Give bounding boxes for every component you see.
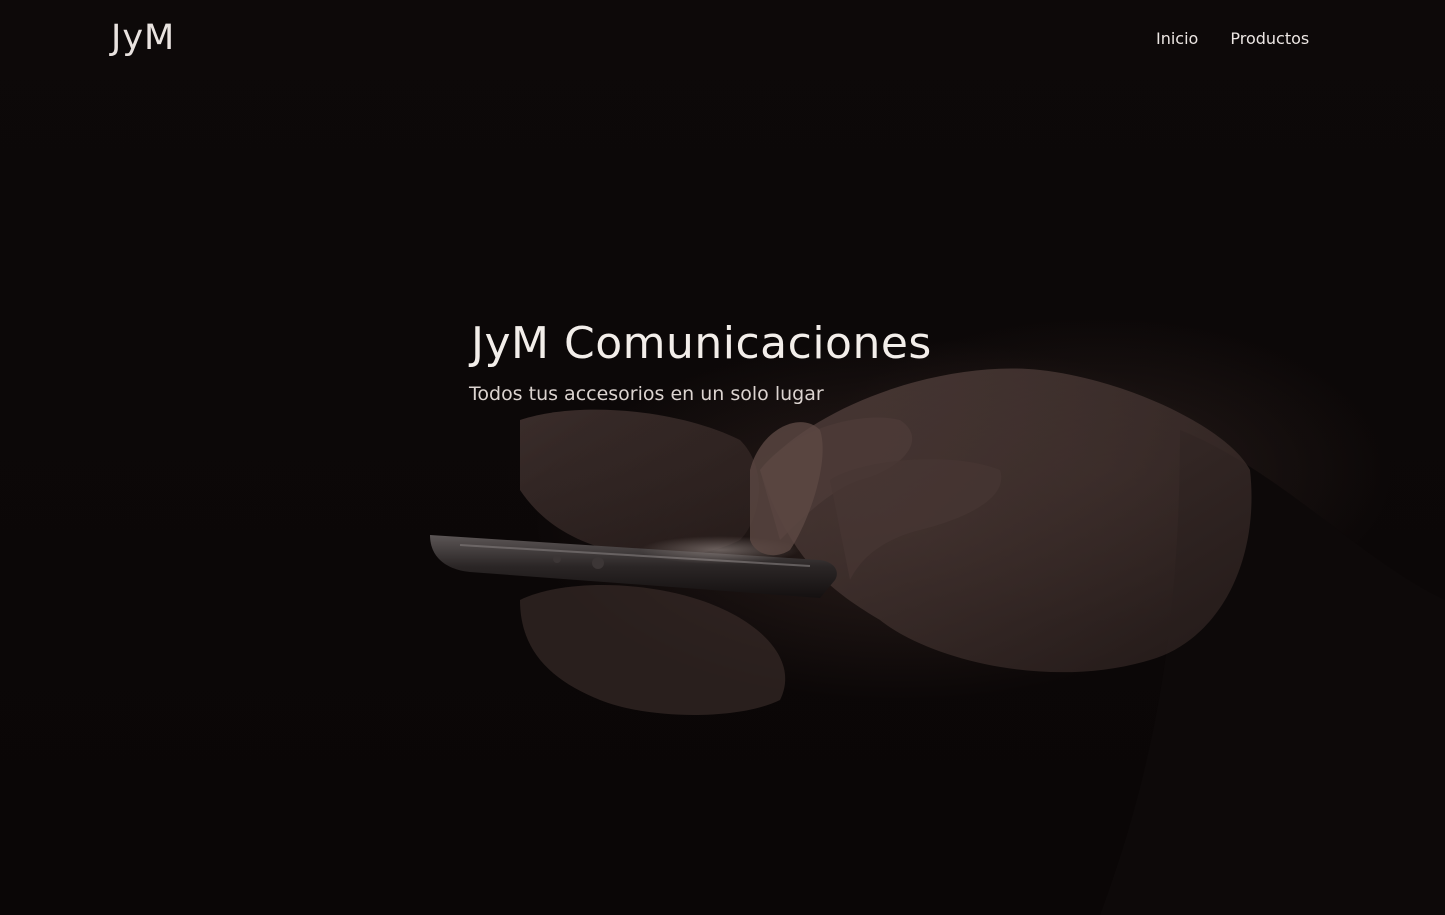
nav-links: Inicio Productos [1156,29,1309,48]
hero-content: JyM Comunicaciones Todos tus accesorios … [469,318,932,405]
nav-link-inicio[interactable]: Inicio [1156,29,1198,48]
brand-logo[interactable]: JyM [111,18,175,58]
top-navbar: JyM Inicio Productos [0,0,1445,80]
nav-link-productos[interactable]: Productos [1230,29,1309,48]
hero-subtitle: Todos tus accesorios en un solo lugar [469,383,824,405]
hero-section: JyM Inicio Productos JyM Comunicaciones … [0,0,1445,915]
hero-title: JyM Comunicaciones [471,318,932,369]
hero-background-photo [430,368,1445,915]
